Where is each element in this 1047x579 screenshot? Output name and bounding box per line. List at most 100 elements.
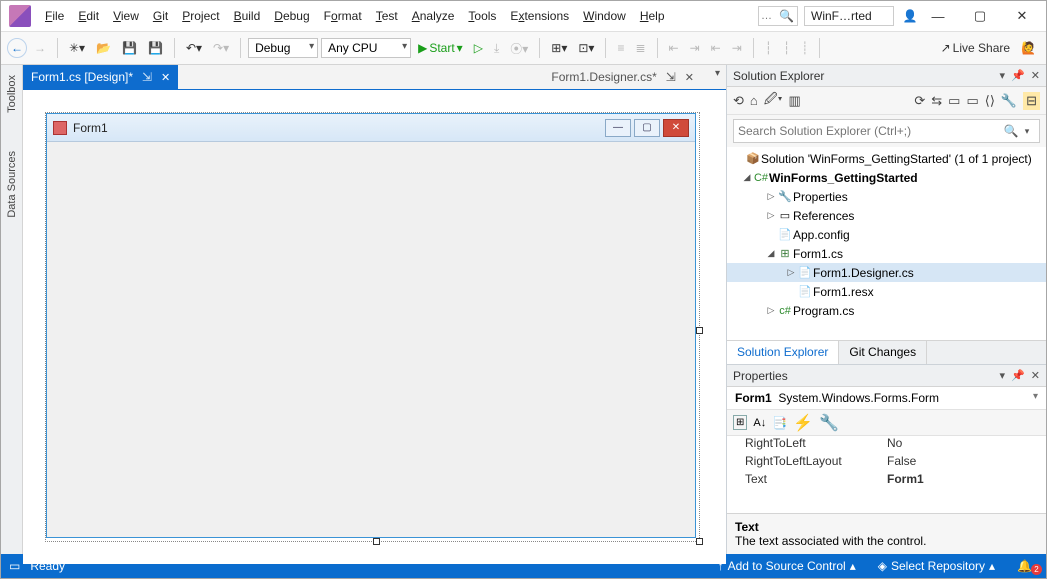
se-home-icon[interactable]: ⌂ — [750, 93, 758, 108]
indent-4[interactable]: ⇥ — [728, 38, 746, 58]
align-2[interactable]: ≣ — [631, 38, 649, 58]
select-repository[interactable]: ◈ Select Repository ▴ — [872, 559, 1001, 573]
menu-analyze[interactable]: Analyze — [406, 5, 461, 27]
se-properties-icon[interactable]: ⊟ — [1023, 92, 1040, 110]
indent-2[interactable]: ⇥ — [686, 38, 704, 58]
user-icon[interactable]: 👤 — [902, 8, 918, 24]
pin-icon[interactable]: 📌 — [1011, 69, 1025, 82]
close-button[interactable]: ✕ — [1002, 3, 1042, 29]
search-dropdown-icon[interactable]: ▾ — [1019, 123, 1035, 139]
property-row[interactable]: RightToLeftLayoutFalse — [727, 454, 1046, 472]
se-sync-icon[interactable]: ⇆ — [931, 93, 942, 109]
winform-preview[interactable]: Form1 — ▢ ✕ — [46, 113, 696, 538]
tree-properties[interactable]: ▷🔧Properties — [727, 187, 1046, 206]
status-output-icon[interactable]: ▭ — [9, 559, 20, 573]
tree-references[interactable]: ▷▭References — [727, 206, 1046, 225]
indent-1[interactable]: ⇤ — [665, 38, 683, 58]
solution-explorer-search[interactable]: 🔍 ▾ — [733, 119, 1040, 143]
align-1[interactable]: ≡ — [613, 38, 628, 58]
form-designer-surface[interactable]: Form1 — ▢ ✕ — [23, 89, 726, 564]
resize-handle-corner[interactable] — [696, 538, 703, 545]
window-dropdown-icon[interactable]: ▾ — [1000, 69, 1006, 82]
se-wrench-icon[interactable]: 🔧 — [1001, 93, 1017, 109]
wf-close-icon[interactable]: ✕ — [663, 119, 689, 137]
properties-object[interactable]: Form1 System.Windows.Forms.Form ▾ — [727, 387, 1046, 410]
start-debug-button[interactable]: ▶ Start ▾ — [414, 38, 467, 58]
pin-icon[interactable]: ⇲ — [663, 69, 679, 85]
live-share-button[interactable]: ↗ Live Share — [937, 38, 1014, 58]
solution-name-box[interactable]: WinF…rted — [804, 6, 894, 26]
new-item-button[interactable]: ✳▾ — [65, 38, 89, 58]
undo-button[interactable]: ↶▾ — [182, 38, 206, 58]
panel-close-icon[interactable]: ✕ — [1031, 369, 1040, 382]
props-pages-icon[interactable]: 📑 — [772, 416, 787, 430]
menu-git[interactable]: Git — [147, 5, 174, 27]
window-dropdown-icon[interactable]: ▾ — [1000, 369, 1006, 382]
pin-icon[interactable]: 📌 — [1011, 369, 1025, 382]
menu-view[interactable]: View — [107, 5, 145, 27]
tree-form1-resx[interactable]: 📄Form1.resx — [727, 282, 1046, 301]
properties-grid[interactable]: RightToLeftNoRightToLeftLayoutFalseTextF… — [727, 436, 1046, 513]
menu-window[interactable]: Window — [577, 5, 632, 27]
config-dropdown[interactable]: Debug — [248, 38, 318, 58]
save-all-button[interactable]: 💾 — [144, 38, 167, 58]
feedback-icon[interactable]: 🙋 — [1017, 38, 1040, 58]
spacing-2[interactable]: ┆ — [779, 38, 794, 58]
tab-form1-design[interactable]: Form1.cs [Design]* ⇲ ✕ — [23, 65, 178, 89]
step-button[interactable]: ⤓ — [490, 38, 503, 59]
resize-handle-bottom[interactable] — [373, 538, 380, 545]
stop-button[interactable]: ⦿▾ — [506, 37, 532, 60]
menu-build[interactable]: Build — [228, 5, 267, 27]
se-search-input[interactable] — [738, 124, 1003, 138]
tab-git-changes[interactable]: Git Changes — [839, 341, 927, 364]
indent-3[interactable]: ⇤ — [707, 38, 725, 58]
property-row[interactable]: TextForm1 — [727, 472, 1046, 490]
save-button[interactable]: 💾 — [118, 38, 141, 58]
layout-btn-2[interactable]: ⊡▾ — [574, 38, 598, 58]
wf-maximize-icon[interactable]: ▢ — [634, 119, 660, 137]
menu-extensions[interactable]: Extensions — [504, 5, 575, 27]
menu-project[interactable]: Project — [176, 5, 225, 27]
notifications-button[interactable]: 🔔2 — [1011, 559, 1038, 573]
menu-test[interactable]: Test — [370, 5, 404, 27]
redo-button[interactable]: ↷▾ — [209, 38, 233, 58]
wf-minimize-icon[interactable]: — — [605, 119, 631, 137]
sort-icon[interactable]: A↓ — [753, 417, 766, 429]
wrench-icon[interactable]: 🔧 — [819, 413, 839, 433]
se-tool-icon[interactable]: ▥ — [788, 93, 800, 109]
nav-fwd-button[interactable]: → — [30, 38, 50, 58]
se-back-icon[interactable]: ⟲ — [733, 93, 744, 109]
add-to-source-control[interactable]: ↑ Add to Source Control ▴ — [712, 559, 862, 573]
resize-handle-right[interactable] — [696, 327, 703, 334]
categorize-icon[interactable]: ⊞ — [733, 415, 747, 430]
menu-file[interactable]: File — [39, 5, 70, 27]
spacing-3[interactable]: ┊ — [797, 38, 812, 58]
pin-icon[interactable]: ⇲ — [139, 69, 155, 85]
property-row[interactable]: RightToLeftNo — [727, 436, 1046, 454]
platform-dropdown[interactable]: Any CPU — [321, 38, 411, 58]
panel-close-icon[interactable]: ✕ — [1031, 69, 1040, 82]
tree-project[interactable]: ◢C#WinForms_GettingStarted — [727, 168, 1046, 187]
toolbox-tab[interactable]: Toolbox — [4, 71, 20, 117]
spacing-1[interactable]: ┆ — [761, 38, 776, 58]
menu-edit[interactable]: Edit — [72, 5, 105, 27]
tree-program[interactable]: ▷c#Program.cs — [727, 301, 1046, 320]
se-refresh-icon[interactable]: ⟳ — [914, 93, 925, 109]
se-tool-icon[interactable]: ⟨⟩ — [985, 93, 995, 109]
open-button[interactable]: 📂 — [92, 38, 115, 58]
quick-search[interactable]: 🔍 — [758, 6, 798, 26]
se-tool-icon[interactable]: ▭ — [966, 93, 978, 109]
tabs-dropdown-icon[interactable]: ▾ — [715, 68, 720, 79]
menu-debug[interactable]: Debug — [268, 5, 315, 27]
datasources-tab[interactable]: Data Sources — [4, 147, 20, 222]
menu-format[interactable]: Format — [318, 5, 368, 27]
start-nodebug-button[interactable]: ▷ — [470, 38, 487, 58]
solution-tree[interactable]: 📦Solution 'WinForms_GettingStarted' (1 o… — [727, 147, 1046, 340]
se-tool-icon[interactable]: ▭ — [948, 93, 960, 109]
tree-solution-root[interactable]: 📦Solution 'WinForms_GettingStarted' (1 o… — [727, 149, 1046, 168]
layout-btn-1[interactable]: ⊞▾ — [547, 38, 571, 58]
quick-search-input[interactable] — [761, 10, 779, 22]
se-tool-icon[interactable]: 🖉▾ — [764, 90, 783, 112]
tab-solution-explorer[interactable]: Solution Explorer — [727, 341, 839, 364]
maximize-button[interactable]: ▢ — [960, 3, 1000, 29]
